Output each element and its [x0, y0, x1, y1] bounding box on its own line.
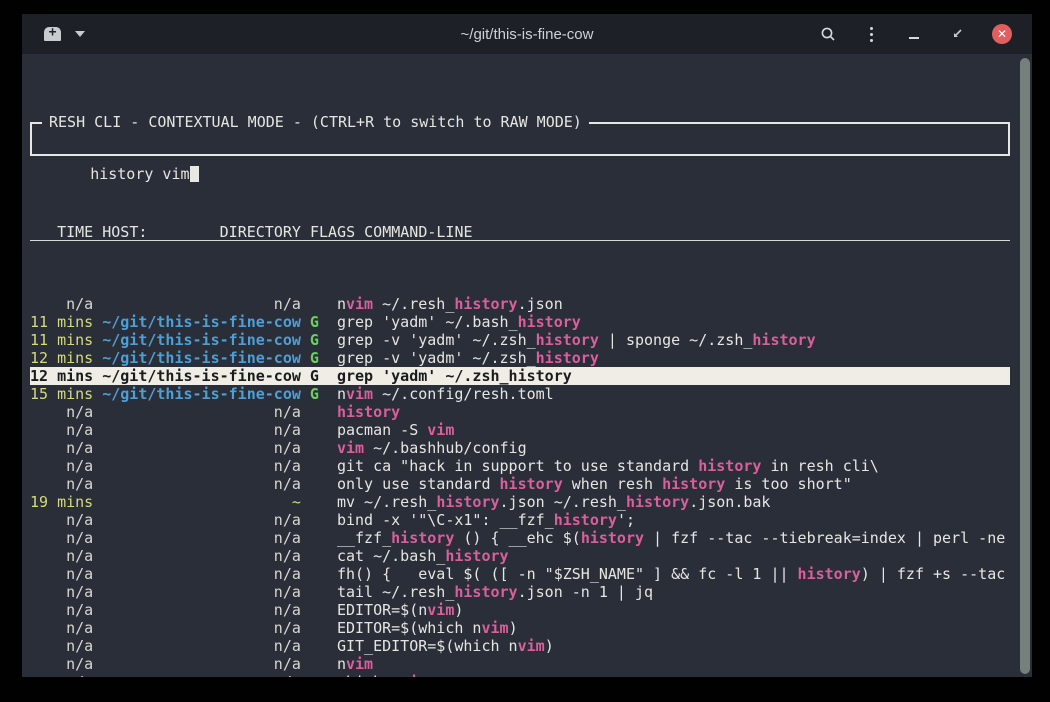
- terminal-window: ~/git/this-is-fine-cow ✕ RESH CLI - CONT…: [22, 14, 1032, 677]
- minimize-icon[interactable]: [906, 26, 922, 42]
- table-row[interactable]: n/an/a fh() { eval $( ([ -n "$ZSH_NAME" …: [30, 565, 1010, 583]
- table-row[interactable]: n/an/a EDITOR=$(which nvim): [30, 619, 1010, 637]
- search-icon[interactable]: [820, 26, 836, 42]
- table-row[interactable]: n/an/a GIT_EDITOR=$(which nvim): [30, 637, 1010, 655]
- table-row[interactable]: 12 mins~/git/this-is-fine-cowGgrep -v 'y…: [30, 349, 1010, 367]
- close-icon[interactable]: ✕: [992, 24, 1012, 44]
- scrollbar-thumb[interactable]: [1020, 58, 1030, 674]
- table-row[interactable]: n/an/a which nvim: [30, 673, 1010, 677]
- dropdown-caret-icon[interactable]: [75, 31, 85, 37]
- table-row[interactable]: n/an/a history: [30, 403, 1010, 421]
- history-rows: n/an/a nvim ~/.resh_history.json11 mins~…: [30, 295, 1010, 677]
- table-row[interactable]: n/an/a pacman -S vim: [30, 421, 1010, 439]
- titlebar: ~/git/this-is-fine-cow ✕: [22, 14, 1032, 54]
- restore-icon[interactable]: [949, 26, 965, 42]
- table-row[interactable]: 11 mins~/git/this-is-fine-cowGgrep -v 'y…: [30, 331, 1010, 349]
- table-row[interactable]: n/an/a tail ~/.resh_history.json -n 1 | …: [30, 583, 1010, 601]
- table-row[interactable]: n/an/a nvim: [30, 655, 1010, 673]
- table-row[interactable]: n/an/a vim ~/.bashhub/config: [30, 439, 1010, 457]
- table-row[interactable]: n/an/a git ca "hack in support to use st…: [30, 457, 1010, 475]
- table-row[interactable]: n/an/a bind -x '"\C-x1": __fzf_history';: [30, 511, 1010, 529]
- table-row[interactable]: n/an/a __fzf_history () { __ehc $(histor…: [30, 529, 1010, 547]
- new-tab-icon[interactable]: [44, 27, 61, 41]
- table-row[interactable]: 19 mins~ mv ~/.resh_history.json ~/.resh…: [30, 493, 1010, 511]
- search-query: history vim: [90, 165, 189, 183]
- table-row[interactable]: n/an/a cat ~/.bash_history: [30, 547, 1010, 565]
- text-cursor: [190, 166, 199, 182]
- table-row[interactable]: n/an/a nvim ~/.resh_history.json: [30, 295, 1010, 313]
- table-row[interactable]: 12 mins~/git/this-is-fine-cowGgrep 'yadm…: [30, 367, 1010, 385]
- search-input[interactable]: RESH CLI - CONTEXTUAL MODE - (CTRL+R to …: [30, 122, 1010, 156]
- terminal-content: RESH CLI - CONTEXTUAL MODE - (CTRL+R to …: [22, 54, 1032, 677]
- table-row[interactable]: 15 mins~/git/this-is-fine-cowGnvim ~/.co…: [30, 385, 1010, 403]
- table-row[interactable]: 11 mins~/git/this-is-fine-cowGgrep 'yadm…: [30, 313, 1010, 331]
- menu-kebab-icon[interactable]: [863, 26, 879, 42]
- table-header: TIME HOST: DIRECTORY FLAGS COMMAND-LINE: [30, 223, 1010, 241]
- table-row[interactable]: n/an/a only use standard history when re…: [30, 475, 1010, 493]
- mode-label: RESH CLI - CONTEXTUAL MODE - (CTRL+R to …: [42, 113, 589, 131]
- table-row[interactable]: n/an/a EDITOR=$(nvim): [30, 601, 1010, 619]
